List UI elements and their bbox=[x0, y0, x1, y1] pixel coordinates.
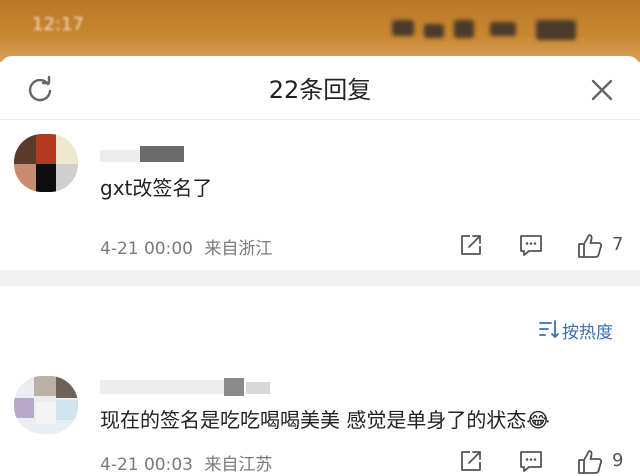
username-redacted bbox=[100, 378, 270, 396]
comment-meta: 4-21 00:03 来自江苏 bbox=[100, 450, 272, 475]
comment-meta: 4-21 00:00 来自浙江 bbox=[100, 234, 272, 259]
share-button[interactable] bbox=[458, 232, 488, 262]
like-count: 9 bbox=[612, 450, 624, 471]
comment-icon bbox=[520, 451, 542, 472]
avatar[interactable] bbox=[14, 134, 78, 192]
comment-date: 4-21 00:00 bbox=[100, 239, 193, 259]
share-button[interactable] bbox=[458, 448, 488, 476]
status-wifi-icon bbox=[424, 24, 444, 38]
replies-sheet: 22条回复 gxt改签名了 4-21 00:00 来自浙江 7 按热度 现在的签… bbox=[0, 56, 640, 476]
reply-button[interactable] bbox=[518, 448, 548, 476]
comment-location: 来自江苏 bbox=[204, 455, 273, 475]
like-icon bbox=[578, 234, 603, 258]
like-icon bbox=[578, 450, 603, 474]
comment-text: 现在的签名是吃吃喝喝美美 感觉是单身了的状态😂 bbox=[100, 408, 550, 432]
close-button[interactable] bbox=[586, 74, 618, 106]
status-network-icon bbox=[454, 20, 474, 38]
status-bar: 12:17 bbox=[0, 0, 640, 62]
share-icon bbox=[461, 451, 481, 471]
like-count: 7 bbox=[612, 234, 624, 255]
comment-location: 来自浙江 bbox=[204, 239, 273, 259]
sheet-title: 22条回复 bbox=[268, 76, 372, 104]
comment-text: gxt改签名了 bbox=[100, 176, 213, 200]
status-data-icon bbox=[490, 22, 516, 36]
status-time: 12:17 bbox=[32, 14, 84, 35]
like-button[interactable]: 7 bbox=[576, 232, 632, 262]
comment-icon bbox=[520, 235, 542, 256]
sheet-header: 22条回复 bbox=[0, 56, 640, 120]
sort-label: 按热度 bbox=[562, 323, 613, 343]
username-redacted bbox=[100, 146, 184, 164]
avatar[interactable] bbox=[14, 376, 78, 434]
status-signal-icon bbox=[392, 20, 414, 36]
battery-icon bbox=[536, 20, 576, 40]
share-icon bbox=[461, 235, 481, 255]
section-divider bbox=[0, 270, 640, 286]
comment-date: 4-21 00:03 bbox=[100, 455, 193, 475]
like-button[interactable]: 9 bbox=[576, 448, 632, 476]
sort-icon bbox=[539, 320, 559, 338]
reply-button[interactable] bbox=[518, 232, 548, 262]
close-icon bbox=[591, 79, 613, 101]
